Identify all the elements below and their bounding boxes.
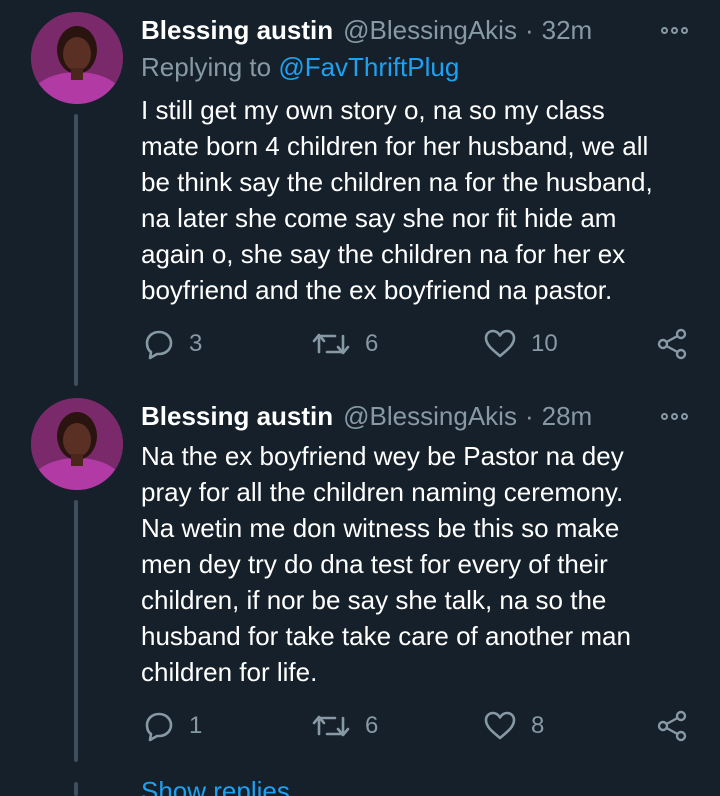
- tweet-text-line: husband for take take care of another ma…: [141, 621, 631, 651]
- avatar[interactable]: [31, 398, 123, 490]
- reply-count: 3: [189, 330, 203, 357]
- tweet-actions: 1 6 8: [141, 708, 701, 744]
- tweet-text-line: men dey try do dna test for every of the…: [141, 549, 608, 579]
- display-name[interactable]: Blessing austin: [141, 401, 333, 432]
- more-options-icon[interactable]: [661, 12, 688, 48]
- tweet-thread: Blessing austin @BlessingAkis · 32m Repl…: [0, 0, 720, 796]
- tweet-header: Blessing austin @BlessingAkis · 28m: [141, 398, 696, 434]
- share-button[interactable]: [655, 708, 689, 744]
- reply-count: 1: [189, 712, 203, 739]
- separator: ·: [524, 400, 534, 431]
- avatar[interactable]: [31, 12, 123, 104]
- tweet-text-line: children for life.: [141, 657, 318, 687]
- reply-button[interactable]: 3: [143, 326, 202, 362]
- tweet-text-line: boyfriend and the ex boyfriend na pastor…: [141, 275, 613, 305]
- retweet-icon: [312, 333, 350, 355]
- user-handle[interactable]: @BlessingAkis: [343, 15, 517, 46]
- thread-connector-line: [74, 500, 78, 762]
- tweet-text-line: I still get my own story o, na so my cla…: [141, 95, 605, 125]
- timestamp[interactable]: 28m: [542, 401, 593, 432]
- reply-icon: [145, 712, 173, 742]
- tweet[interactable]: Blessing austin @BlessingAkis · 28m Na t…: [0, 392, 720, 796]
- retweet-count: 6: [365, 330, 379, 357]
- retweet-button[interactable]: 6: [311, 326, 378, 362]
- tweet-text: I still get my own story o, na so my cla…: [141, 92, 701, 308]
- display-name[interactable]: Blessing austin: [141, 15, 333, 46]
- separator: ·: [524, 14, 534, 45]
- tweet-text-line: again o, she say the children na for her…: [141, 239, 626, 269]
- reply-icon: [145, 330, 173, 360]
- tweet-text-line: na later she come say she nor fit hide a…: [141, 203, 617, 233]
- replying-to: Replying to @FavThriftPlug: [141, 52, 459, 83]
- share-button[interactable]: [655, 326, 689, 362]
- tweet-text: Na the ex boyfriend wey be Pastor na dey…: [141, 438, 701, 690]
- user-handle[interactable]: @BlessingAkis: [343, 401, 517, 432]
- like-count: 10: [531, 330, 558, 357]
- like-button[interactable]: 10: [483, 326, 558, 362]
- retweet-icon: [312, 715, 350, 737]
- share-icon: [657, 710, 687, 742]
- like-button[interactable]: 8: [483, 708, 544, 744]
- thread-connector-dot: [74, 782, 78, 796]
- tweet[interactable]: Blessing austin @BlessingAkis · 32m Repl…: [0, 0, 720, 392]
- retweet-count: 6: [365, 712, 379, 739]
- tweet-text-line: mate born 4 children for her husband, we…: [141, 131, 649, 161]
- retweet-button[interactable]: 6: [311, 708, 378, 744]
- heart-icon: [484, 329, 516, 358]
- tweet-text-line: Na wetin me don witness be this so make: [141, 513, 620, 543]
- tweet-actions: 3 6 10: [141, 326, 701, 362]
- show-replies-link[interactable]: Show replies: [141, 776, 290, 796]
- tweet-text-line: Na the ex boyfriend wey be Pastor na dey: [141, 441, 624, 471]
- thread-connector-line: [74, 114, 78, 386]
- share-icon: [657, 328, 687, 360]
- tweet-text-line: be think say the children na for the hus…: [141, 167, 653, 197]
- like-count: 8: [531, 712, 545, 739]
- timestamp[interactable]: 32m: [542, 15, 593, 46]
- more-options-icon[interactable]: [661, 398, 688, 434]
- mention-link[interactable]: @FavThriftPlug: [278, 52, 459, 82]
- tweet-header: Blessing austin @BlessingAkis · 32m: [141, 12, 696, 48]
- reply-button[interactable]: 1: [143, 708, 202, 744]
- heart-icon: [484, 711, 516, 740]
- tweet-text-line: children, if nor be say she talk, na so …: [141, 585, 607, 615]
- tweet-text-line: pray for all the children naming ceremon…: [141, 477, 624, 507]
- replying-to-label: Replying to: [141, 52, 272, 82]
